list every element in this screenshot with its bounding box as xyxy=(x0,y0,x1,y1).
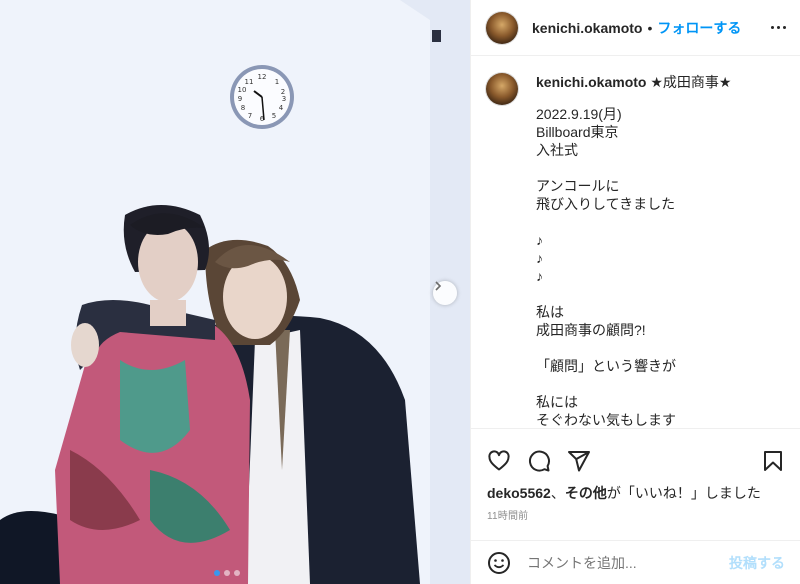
caption-line xyxy=(536,285,731,303)
post-comment-button[interactable]: 投稿する xyxy=(729,553,785,573)
caption-line: 飛び入りしてきました xyxy=(536,196,676,212)
separator-dot: • xyxy=(647,19,653,36)
photo-image: 1212 345 678 91011 xyxy=(0,0,470,584)
post-side-panel: kenichi.okamoto • フォローする kenichi.okamoto… xyxy=(470,0,800,584)
caption-line: 入社式 xyxy=(536,142,578,158)
header-username[interactable]: kenichi.okamoto xyxy=(532,20,642,36)
caption-line xyxy=(536,375,731,393)
post-timestamp[interactable]: 11時間前 xyxy=(487,507,528,522)
svg-text:10: 10 xyxy=(238,86,247,94)
wall-clock: 1212 345 678 91011 xyxy=(230,65,294,129)
likes-others[interactable]: その他 xyxy=(565,485,607,501)
liker-username[interactable]: deko5562 xyxy=(487,485,551,501)
bookmark-icon[interactable] xyxy=(761,449,785,473)
avatar[interactable] xyxy=(486,73,518,105)
svg-text:8: 8 xyxy=(241,104,245,112)
share-icon[interactable] xyxy=(567,449,591,473)
caption-line: 2022.9.19(月) xyxy=(536,106,622,122)
emoji-icon[interactable] xyxy=(487,551,511,575)
post-header: kenichi.okamoto • フォローする xyxy=(471,0,800,56)
carousel-dots xyxy=(214,570,240,576)
caption-text: 2022.9.19(月) Billboard東京 入社式アンコールに飛び入りしてきま… xyxy=(536,105,731,427)
carousel-dot xyxy=(224,570,230,576)
caption-area: kenichi.okamoto ★成田商事★ 2022.9.19(月) Billb… xyxy=(471,57,800,427)
post-photo: 12 1 2 345 678 9 10 11 xyxy=(0,0,470,584)
avatar[interactable] xyxy=(486,11,518,44)
svg-text:11: 11 xyxy=(245,78,254,86)
likes-text: deko5562、その他が「いいね！」しました xyxy=(487,485,761,501)
caption-line: アンコールに xyxy=(536,178,620,194)
comment-icon[interactable] xyxy=(527,449,551,473)
caption-line: 成田商事の顧問?! xyxy=(536,322,646,338)
carousel-dot xyxy=(234,570,240,576)
caption-line: 「顧問」という響きが xyxy=(536,358,676,374)
carousel-dot xyxy=(214,570,220,576)
caption-line: そぐわない気もします xyxy=(536,412,676,427)
caption-line: Billboard東京 xyxy=(536,124,619,140)
svg-text:7: 7 xyxy=(248,112,252,120)
caption-line: ♪ xyxy=(536,250,543,266)
caption-line: 私には xyxy=(536,394,578,410)
action-bar xyxy=(471,428,800,480)
svg-text:12: 12 xyxy=(258,73,267,81)
next-photo-button[interactable] xyxy=(433,281,457,305)
caption-username[interactable]: kenichi.okamoto xyxy=(536,74,646,90)
caption-line xyxy=(536,339,731,357)
follow-button[interactable]: フォローする xyxy=(657,18,741,38)
comment-bar: 投稿する xyxy=(471,540,800,584)
caption-line xyxy=(536,213,731,231)
caption-line: 私は xyxy=(536,304,564,320)
chevron-right-icon xyxy=(435,281,442,291)
svg-text:5: 5 xyxy=(272,112,276,120)
comment-input[interactable] xyxy=(527,554,717,571)
caption-title: ★成田商事★ xyxy=(650,74,732,90)
svg-text:9: 9 xyxy=(238,95,242,103)
heart-icon[interactable] xyxy=(487,449,511,473)
svg-text:4: 4 xyxy=(279,104,284,112)
svg-text:1: 1 xyxy=(275,78,279,86)
caption-line: ♪ xyxy=(536,232,543,248)
caption-line xyxy=(536,159,731,177)
more-options-icon[interactable] xyxy=(771,26,786,29)
svg-text:3: 3 xyxy=(282,95,286,103)
caption-line: ♪ xyxy=(536,268,543,284)
